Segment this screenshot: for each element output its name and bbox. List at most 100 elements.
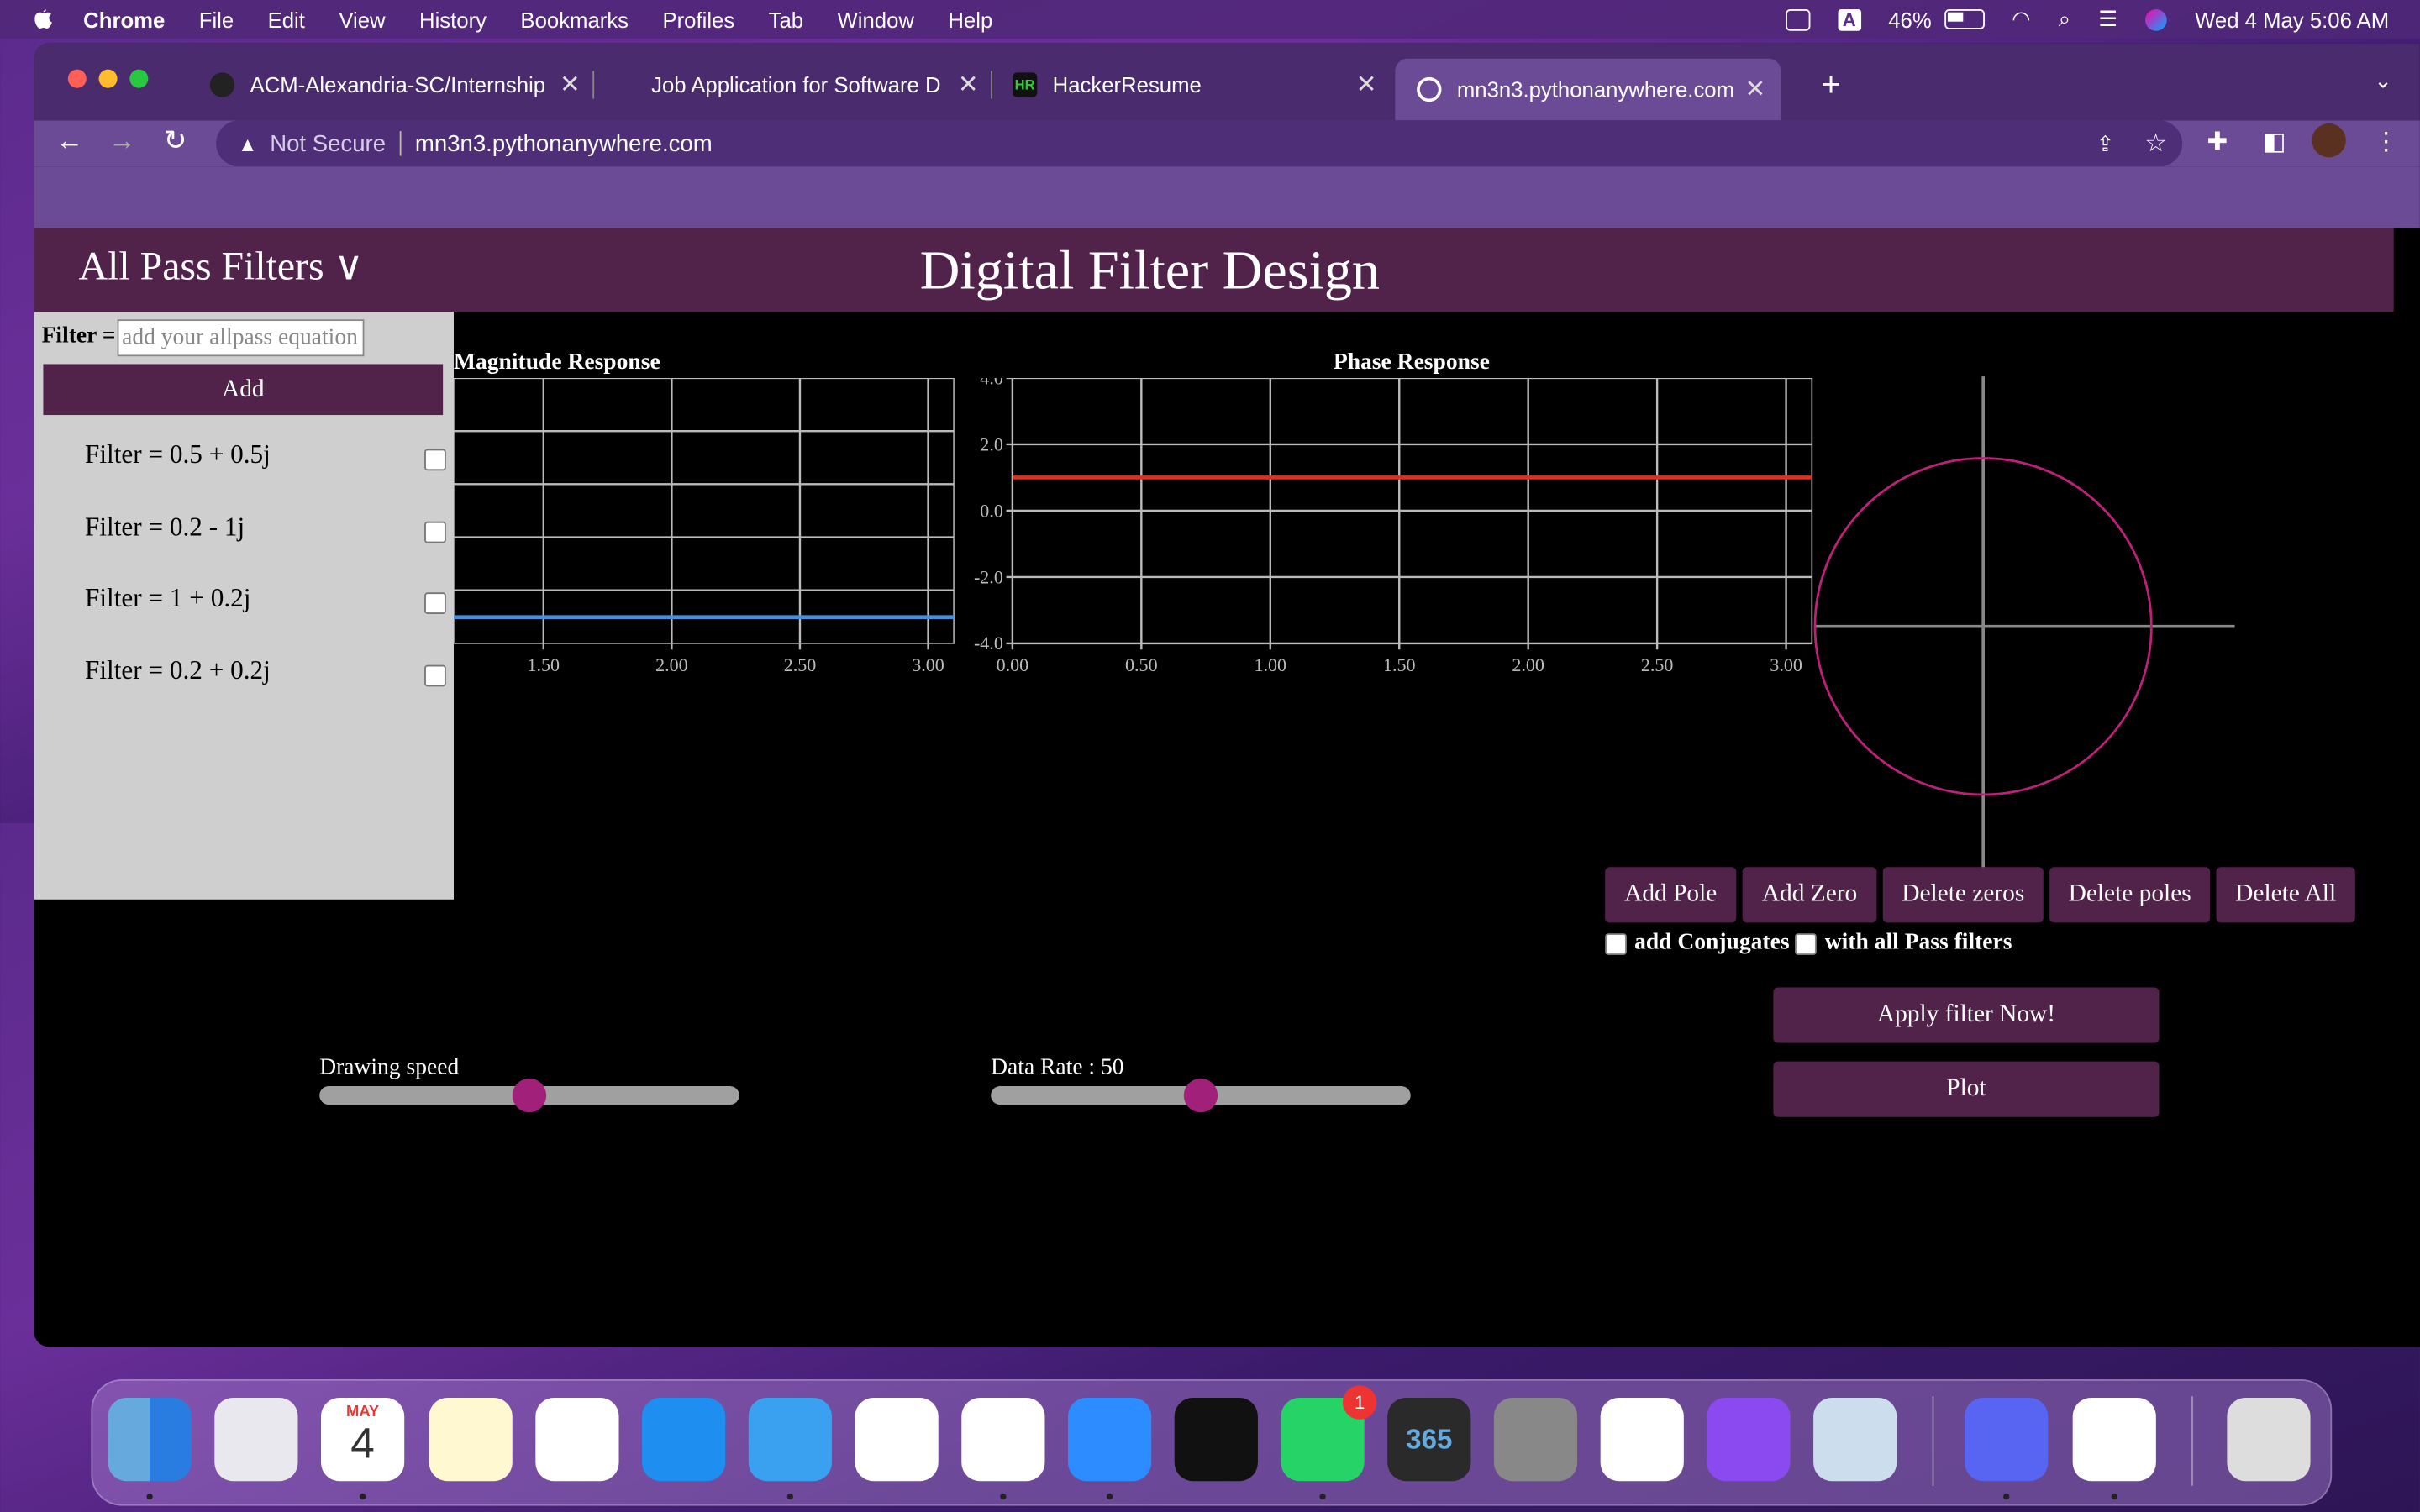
office-365-label: 365 [1406, 1424, 1453, 1456]
menu-file[interactable]: File [199, 7, 234, 31]
messenger-icon[interactable] [1707, 1398, 1791, 1482]
tab-pythonanywhere[interactable]: mn3n3.pythonanywhere.com ✕ [1395, 58, 1781, 121]
page-title: Digital Filter Design [919, 239, 1380, 302]
delete-zeros-button[interactable]: Delete zeros [1882, 867, 2044, 923]
minimize-window-button[interactable] [98, 69, 118, 88]
delete-poles-button[interactable]: Delete poles [2049, 867, 2211, 923]
drawing-speed-slider[interactable] [319, 1078, 739, 1113]
add-pole-button[interactable]: Add Pole [1605, 867, 1737, 923]
menu-edit[interactable]: Edit [268, 7, 305, 31]
chrome-icon[interactable] [961, 1398, 1045, 1482]
tab-title: mn3n3.pythonanywhere.com [1456, 76, 1735, 102]
wifi-icon[interactable]: ◠ [2012, 6, 2030, 32]
filter-checkbox[interactable] [424, 664, 446, 687]
all-pass-checkbox[interactable] [1795, 932, 1818, 954]
extensions-icon[interactable]: ✚ [2207, 127, 2228, 158]
tab-divider [592, 71, 595, 99]
control-center-icon[interactable]: ☰ [2098, 6, 2118, 32]
reload-button[interactable]: ↻ [164, 125, 187, 158]
apple-icon[interactable] [31, 7, 55, 31]
tab-github[interactable]: ACM-Alexandria-SC/Internship ✕ [209, 61, 581, 108]
siri-icon[interactable] [2145, 8, 2168, 30]
forward-button[interactable]: → [108, 125, 136, 158]
keyboard-input-icon[interactable]: A [1838, 8, 1861, 30]
new-tab-button[interactable]: + [1821, 65, 1841, 105]
word-icon[interactable] [2072, 1398, 2156, 1482]
share-icon[interactable]: ⇪ [2096, 130, 2115, 156]
security-status[interactable]: Not Secure [270, 130, 386, 156]
github-icon [209, 72, 235, 97]
delete-all-button[interactable]: Delete All [2216, 867, 2355, 923]
allpass-equation-input[interactable] [117, 319, 365, 357]
menu-window[interactable]: Window [837, 7, 913, 31]
conjugates-option: add Conjugates with all Pass filters [1605, 931, 2012, 957]
bookmark-star-icon[interactable]: ☆ [2144, 128, 2166, 159]
dock-separator [1932, 1396, 1934, 1486]
close-tab-icon[interactable]: ✕ [1356, 70, 1377, 101]
search-icon[interactable]: ⌕ [2059, 6, 2070, 32]
add-filter-button[interactable]: Add [43, 364, 444, 416]
back-button[interactable]: ← [55, 125, 83, 158]
phase-x-tick-label: 2.00 [1512, 654, 1544, 675]
menu-profiles[interactable]: Profiles [662, 7, 734, 31]
app-store-icon[interactable] [642, 1398, 726, 1482]
battery-icon[interactable] [1944, 9, 1985, 29]
reminders-icon[interactable] [535, 1398, 619, 1482]
tab-hackerresume[interactable]: HR HackerResume ✕ [1012, 61, 1377, 108]
filter-checkbox[interactable] [424, 449, 446, 471]
trash-icon[interactable] [2227, 1398, 2311, 1482]
slack-icon[interactable] [1600, 1398, 1684, 1482]
all-pass-filters-dropdown[interactable]: All Pass Filters ∨ [79, 244, 364, 290]
mail-icon[interactable] [748, 1398, 832, 1482]
z-plane-unit-circle[interactable] [1809, 370, 2241, 879]
conjugates-checkbox[interactable] [1605, 932, 1627, 954]
launchpad-icon[interactable] [214, 1398, 298, 1482]
browser-toolbar: ← → ↻ ▲ Not Secure mn3n3.pythonanywhere.… [34, 120, 2420, 167]
maximize-window-button[interactable] [129, 69, 149, 88]
magnitude-chart-title: Magnitude Response [453, 349, 660, 375]
filter-item: Filter = 1 + 0.2j [85, 583, 251, 613]
finder-icon[interactable] [108, 1398, 192, 1482]
filter-checkbox[interactable] [424, 592, 446, 615]
url-text[interactable]: mn3n3.pythonanywhere.com [415, 130, 713, 156]
menu-history[interactable]: History [419, 7, 487, 31]
preview-icon[interactable] [1813, 1398, 1897, 1482]
tab-job-application[interactable]: Job Application for Software D ✕ [651, 61, 978, 108]
apply-filter-button[interactable]: Apply filter Now! [1773, 987, 2160, 1043]
address-bar[interactable]: ▲ Not Secure mn3n3.pythonanywhere.com ⇪ … [216, 120, 2183, 167]
drawing-speed-thumb[interactable] [512, 1078, 547, 1113]
close-tab-icon[interactable]: ✕ [560, 70, 581, 101]
side-panel-icon[interactable]: ◧ [2263, 127, 2286, 158]
menu-view[interactable]: View [339, 7, 385, 31]
calendar-icon[interactable]: MAY 4 [321, 1398, 405, 1482]
terminal-icon[interactable] [1174, 1398, 1258, 1482]
phase-y-tick-label: 0.0 [980, 500, 1003, 521]
tab-title: Job Application for Software D [651, 72, 941, 97]
more-menu-icon[interactable]: ⋮ [2374, 127, 2398, 158]
close-tab-icon[interactable]: ✕ [1745, 74, 1766, 105]
avatar[interactable] [2312, 123, 2346, 158]
plot-button[interactable]: Plot [1773, 1061, 2160, 1117]
menu-datetime[interactable]: Wed 4 May 5:06 AM [2195, 7, 2389, 31]
add-zero-button[interactable]: Add Zero [1742, 867, 1877, 923]
filter-checkbox[interactable] [424, 521, 446, 543]
365-icon[interactable]: 365 [1387, 1398, 1471, 1482]
system-preferences-icon[interactable] [1493, 1398, 1578, 1482]
camera-icon[interactable] [1785, 8, 1811, 30]
running-indicator [359, 1493, 366, 1500]
notes-icon[interactable] [429, 1398, 513, 1482]
chevron-down-icon[interactable]: ⌄ [2374, 68, 2392, 94]
warning-icon[interactable]: ▲ [238, 132, 258, 155]
close-window-button[interactable] [67, 69, 87, 88]
menu-app-name[interactable]: Chrome [83, 7, 165, 31]
data-rate-slider[interactable] [991, 1078, 1411, 1113]
whatsapp-icon[interactable]: 1 [1281, 1385, 1377, 1482]
close-tab-icon[interactable]: ✕ [958, 70, 979, 101]
discord-icon[interactable] [1965, 1398, 2049, 1482]
menu-bookmarks[interactable]: Bookmarks [520, 7, 629, 31]
menu-help[interactable]: Help [948, 7, 992, 31]
vscode-icon[interactable] [855, 1398, 939, 1482]
zoom-icon[interactable] [1067, 1398, 1152, 1482]
data-rate-thumb[interactable] [1183, 1078, 1218, 1113]
menu-tab[interactable]: Tab [769, 7, 803, 31]
